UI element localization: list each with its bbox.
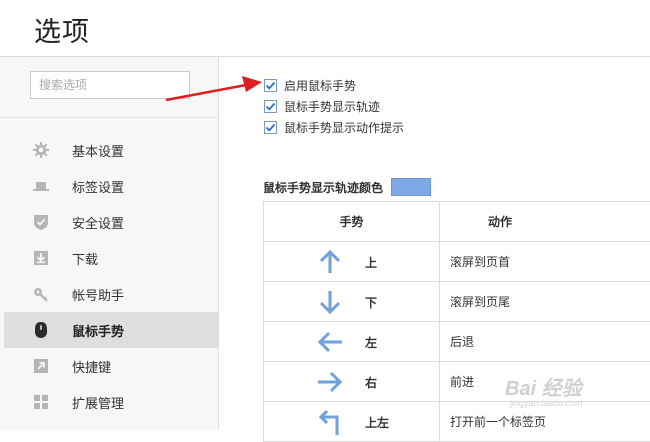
table-row[interactable]: 下 滚屏到页尾 — [264, 282, 650, 322]
action-column-header: 动作 — [488, 215, 513, 229]
annotation-arrow-icon — [165, 76, 262, 102]
gesture-label: 右 — [365, 375, 378, 390]
table-row[interactable]: 上 滚屏到页首 — [264, 242, 650, 282]
show-trail-label: 鼠标手势显示轨迹 — [284, 100, 381, 114]
action-label: 后退 — [450, 335, 475, 349]
arrow-right-icon — [318, 371, 343, 393]
sidebar-item-extensions[interactable]: 扩展管理 — [4, 384, 218, 420]
show-action-hint-checkbox[interactable] — [264, 121, 277, 134]
key-icon — [32, 285, 50, 303]
shortcut-arrow-icon — [32, 357, 50, 375]
extensions-icon — [32, 393, 50, 411]
show-trail-option[interactable]: 鼠标手势显示轨迹 — [264, 98, 380, 115]
page-title: 选项 — [34, 17, 90, 47]
mouse-gesture-settings-panel: 启用鼠标手势 鼠标手势显示轨迹 鼠标手势显示动作提示 鼠标手势显示轨迹颜色 手势… — [219, 57, 650, 442]
arrow-up-left-icon — [318, 409, 339, 435]
shield-check-icon — [32, 213, 50, 231]
enable-gestures-option[interactable]: 启用鼠标手势 — [264, 77, 356, 94]
action-label: 滚屏到页尾 — [450, 295, 511, 309]
sidebar-item-label: 鼠标手势 — [72, 323, 125, 339]
gesture-label: 下 — [365, 295, 378, 310]
enable-gestures-label: 启用鼠标手势 — [284, 79, 357, 93]
sidebar-item-label: 扩展管理 — [72, 395, 125, 411]
sidebar-item-account-assistant[interactable]: 帐号助手 — [4, 276, 218, 312]
sidebar-item-security[interactable]: 安全设置 — [4, 204, 218, 240]
trail-color-row: 鼠标手势显示轨迹颜色 — [263, 178, 432, 196]
sidebar-item-label: 安全设置 — [72, 215, 125, 231]
mouse-icon — [32, 321, 50, 339]
sidebar-item-label: 下载 — [72, 251, 99, 267]
sidebar-item-label: 标签设置 — [72, 179, 125, 195]
gesture-label: 上 — [365, 255, 378, 270]
trail-color-swatch[interactable] — [391, 178, 432, 196]
gesture-label: 上左 — [365, 415, 390, 430]
show-action-hint-label: 鼠标手势显示动作提示 — [284, 121, 405, 135]
arrow-down-icon — [319, 291, 341, 315]
arrow-up-icon — [319, 249, 341, 273]
gear-icon — [32, 141, 50, 159]
sidebar-item-shortcuts[interactable]: 快捷键 — [4, 348, 218, 384]
window-header: 选项 — [0, 0, 650, 57]
sidebar-item-tab-settings[interactable]: 标签设置 — [4, 168, 218, 204]
tab-icon — [32, 177, 50, 195]
gesture-column-header: 手势 — [264, 202, 440, 241]
sidebar-item-basic-settings[interactable]: 基本设置 — [4, 132, 218, 168]
table-header-row: 手势 动作 — [264, 202, 650, 242]
trail-color-label: 鼠标手势显示轨迹颜色 — [263, 180, 384, 195]
table-row[interactable]: 上左 打开前一个标签页 — [264, 402, 650, 442]
table-row[interactable]: 左 后退 — [264, 322, 650, 362]
sidebar-item-mouse-gestures[interactable]: 鼠标手势 — [4, 312, 218, 348]
action-label: 滚屏到页首 — [450, 255, 511, 269]
sidebar-item-label: 基本设置 — [72, 143, 125, 159]
watermark-url: jingyan.baidu.com — [510, 398, 583, 408]
watermark-logo: Bai 经验 — [505, 378, 582, 400]
gesture-table: 手势 动作 上 滚屏到页首 下 滚屏到页尾 左 后退 右 前进 上左 打开前一个… — [263, 201, 650, 442]
arrow-left-icon — [317, 331, 342, 353]
sidebar-item-label: 快捷键 — [72, 359, 112, 375]
sidebar-item-download[interactable]: 下载 — [4, 240, 218, 276]
sidebar-item-label: 帐号助手 — [72, 287, 125, 303]
sidebar-divider — [0, 117, 218, 118]
sidebar: 基本设置 标签设置 安全设置 下载 帐号助手 鼠标手势 快捷键 — [0, 57, 219, 430]
table-row[interactable]: 右 前进 — [264, 362, 650, 402]
gesture-label: 左 — [365, 335, 378, 350]
download-icon — [32, 249, 50, 267]
show-action-hint-option[interactable]: 鼠标手势显示动作提示 — [264, 119, 404, 136]
